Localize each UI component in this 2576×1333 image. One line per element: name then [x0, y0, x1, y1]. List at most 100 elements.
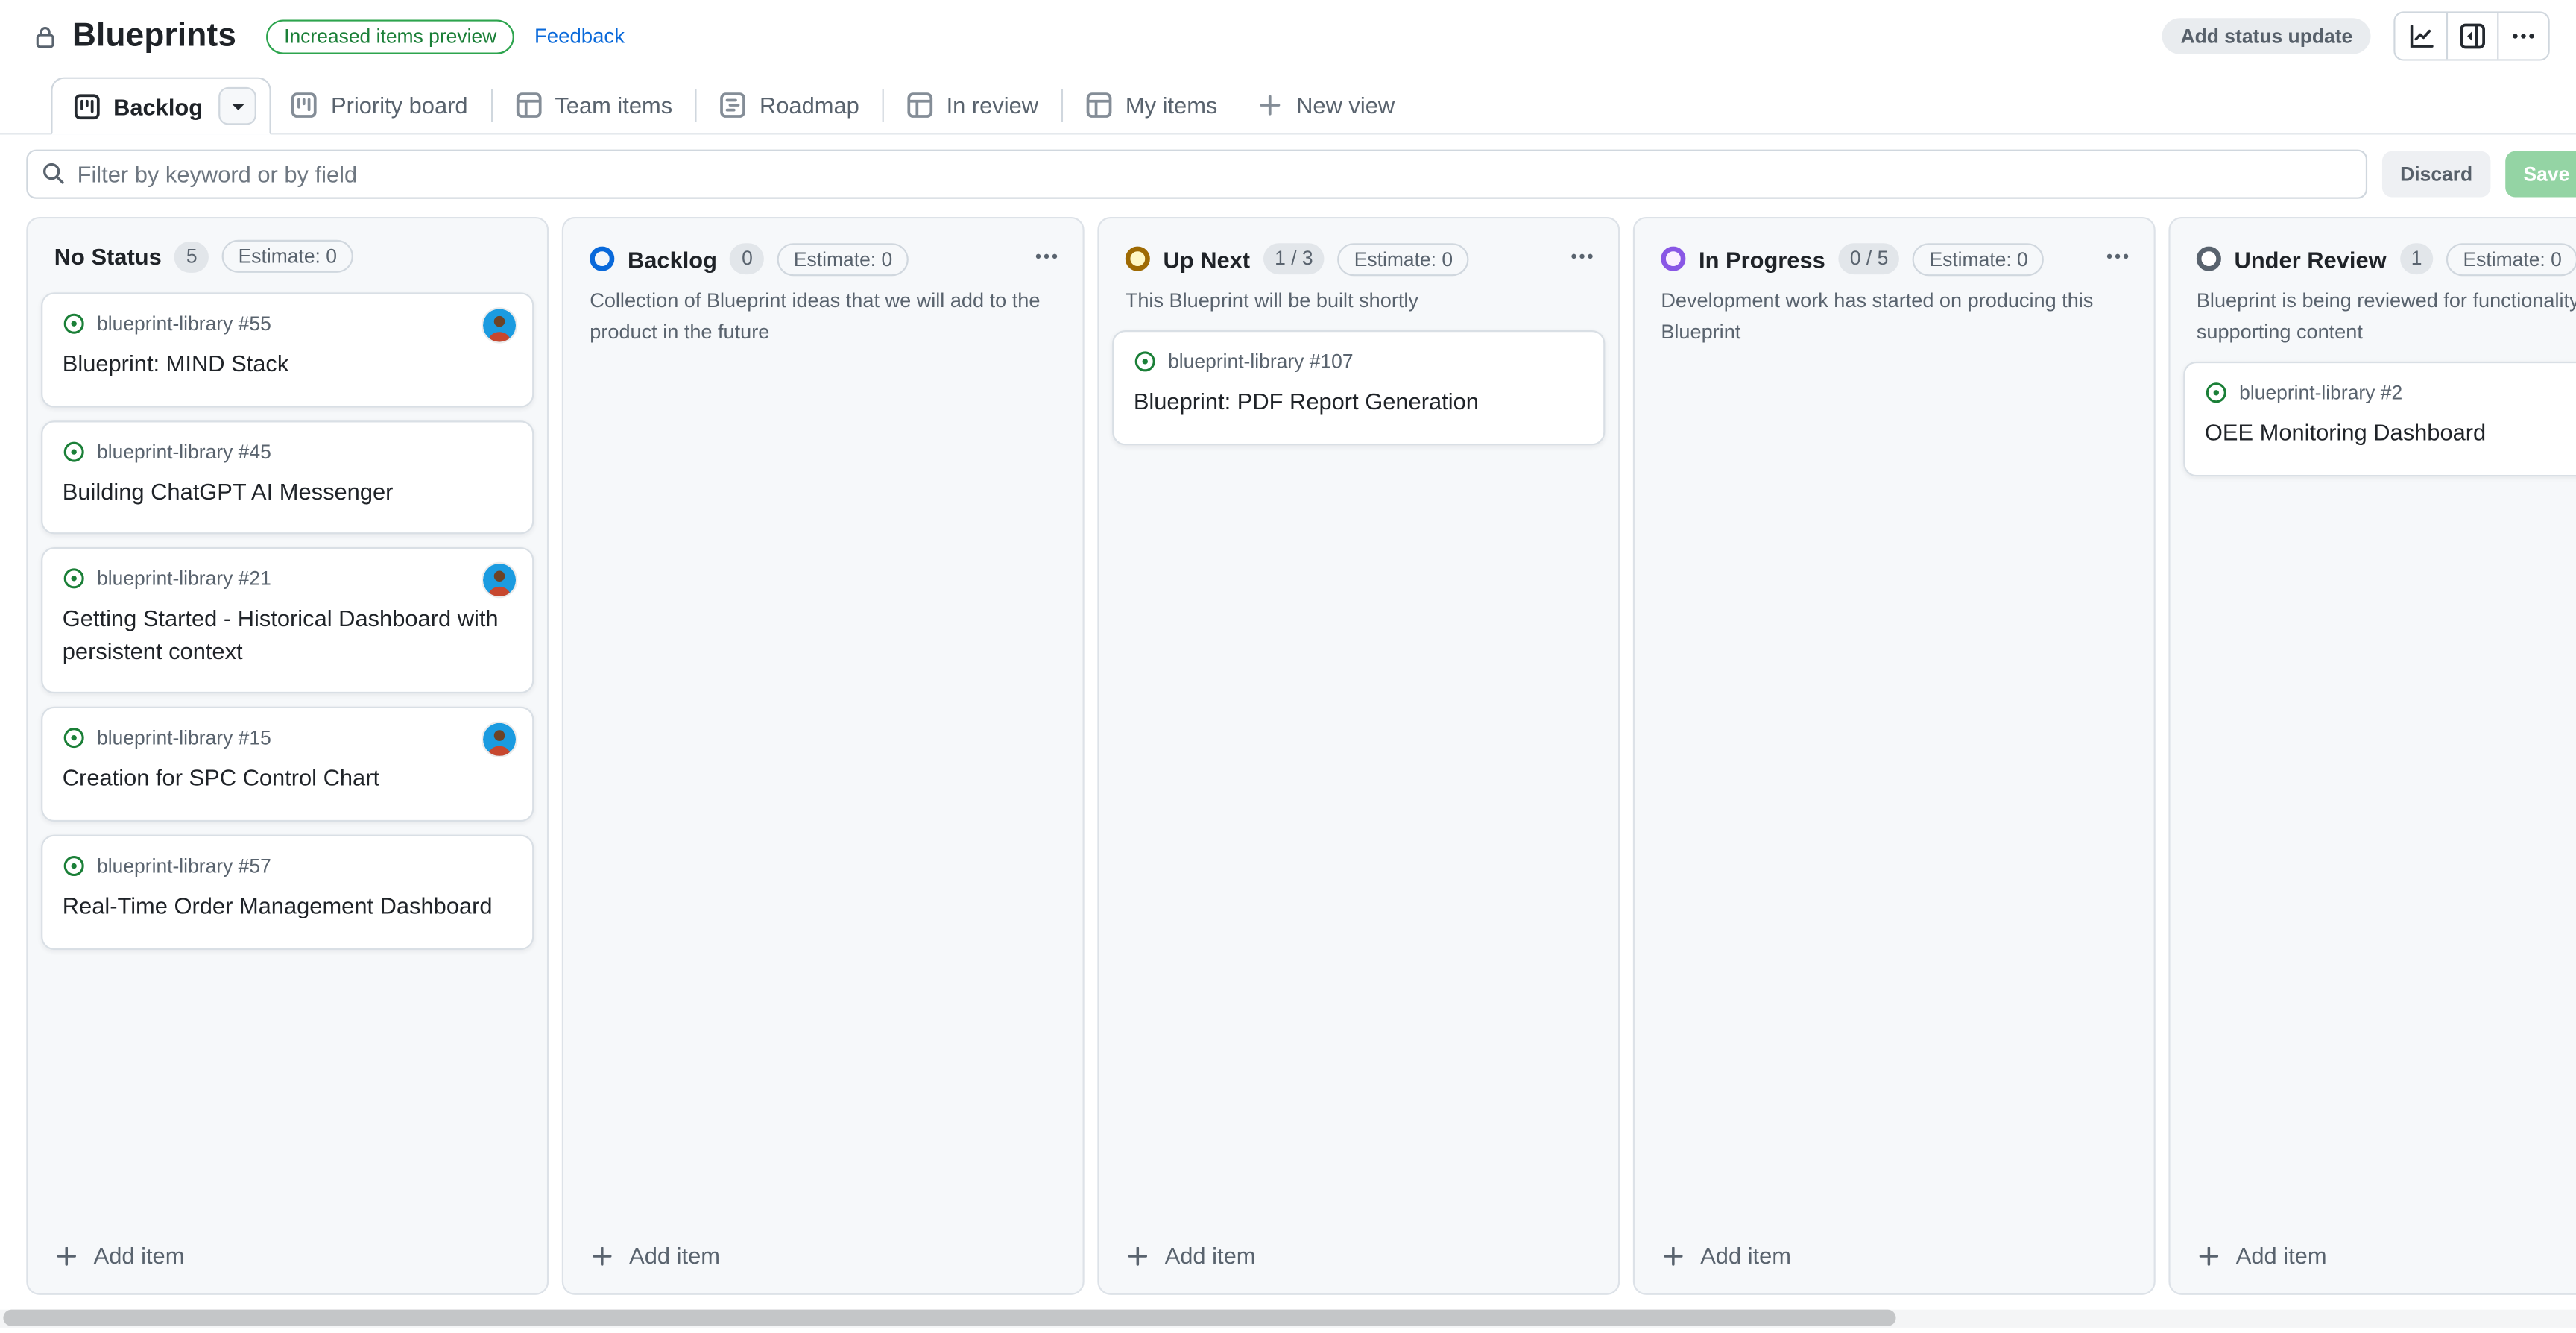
tab-my-items[interactable]: My items: [1067, 75, 1237, 133]
plus-icon: [1257, 91, 1283, 117]
column-header: Backlog 0 Estimate: 0: [564, 218, 1082, 284]
issue-card[interactable]: blueprint-library #55 Blueprint: MIND St…: [41, 292, 534, 406]
card-meta-row: blueprint-library #21: [63, 567, 513, 590]
kebab-icon: [1033, 243, 1059, 269]
project-icon: [74, 93, 100, 119]
kebab-icon: [2104, 243, 2130, 269]
column-in-progress: In Progress 0 / 5 Estimate: 0 Developmen…: [1633, 217, 2156, 1295]
tab-priority-board[interactable]: Priority board: [272, 75, 487, 133]
column-estimate-badge: Estimate: 0: [1913, 242, 2044, 275]
card-title[interactable]: OEE Monitoring Dashboard: [2205, 417, 2576, 450]
card-meta-row: blueprint-library #45: [63, 440, 513, 463]
add-item-button[interactable]: Add item: [28, 1226, 546, 1293]
column-title: No Status: [54, 243, 162, 269]
assignee-avatar[interactable]: [483, 724, 516, 757]
page-title: Blueprints: [72, 17, 236, 55]
table-icon: [515, 91, 541, 117]
card-title[interactable]: Building ChatGPT AI Messenger: [63, 476, 513, 508]
card-repo-number: blueprint-library #15: [97, 727, 271, 750]
tab-label: Priority board: [331, 91, 468, 117]
horizontal-scrollbar: [0, 1310, 2576, 1328]
table-icon: [1086, 91, 1112, 117]
card-repo-number: blueprint-library #2: [2239, 382, 2402, 405]
assignee-avatar[interactable]: [483, 564, 516, 596]
tab-backlog[interactable]: Backlog: [51, 78, 271, 135]
card-meta-row: blueprint-library #57: [63, 854, 513, 877]
card-meta-row: blueprint-library #2: [2205, 382, 2576, 405]
tab-label: Team items: [555, 91, 672, 117]
status-ring-icon: [1126, 247, 1150, 271]
card-meta-row: blueprint-library #15: [63, 727, 513, 750]
column-up-next: Up Next 1 / 3 Estimate: 0 This Blueprint…: [1097, 217, 1620, 1295]
add-item-label: Add item: [629, 1242, 720, 1268]
caret-down-icon: [225, 93, 251, 119]
column-menu-button[interactable]: [1565, 240, 1598, 278]
tab-label: Backlog: [113, 93, 203, 119]
issue-card[interactable]: blueprint-library #57 Real-Time Order Ma…: [41, 835, 534, 949]
feedback-link[interactable]: Feedback: [534, 25, 625, 48]
tab-options-caret-button[interactable]: [219, 87, 257, 125]
lock-icon: [33, 24, 57, 48]
filter-bar: Discard Save: [0, 135, 2576, 214]
horizontal-scrollbar-thumb[interactable]: [3, 1310, 1895, 1326]
plus-icon: [2197, 1243, 2221, 1267]
card-title[interactable]: Creation for SPC Control Chart: [63, 763, 513, 795]
column-estimate-badge: Estimate: 0: [222, 240, 353, 273]
column-cards: blueprint-library #55 Blueprint: MIND St…: [28, 280, 546, 1226]
add-item-button[interactable]: Add item: [564, 1226, 1082, 1293]
plus-icon: [54, 1243, 79, 1267]
discard-button[interactable]: Discard: [2382, 151, 2491, 198]
assignee-avatar[interactable]: [483, 309, 516, 341]
line-chart-icon: [2408, 23, 2434, 49]
status-ring-icon: [2197, 247, 2221, 271]
add-status-update-button[interactable]: Add status update: [2162, 18, 2370, 54]
column-menu-button[interactable]: [1030, 240, 1063, 278]
column-cards: [564, 348, 1082, 1226]
issue-card[interactable]: blueprint-library #2 OEE Monitoring Dash…: [2183, 362, 2576, 476]
plus-icon: [1126, 1243, 1150, 1267]
column-title: Up Next: [1163, 246, 1250, 272]
insights-chart-button[interactable]: [2396, 13, 2446, 60]
tab-separator: [1061, 89, 1063, 122]
add-item-button[interactable]: Add item: [1635, 1226, 2153, 1293]
tab-team-items[interactable]: Team items: [496, 75, 692, 133]
add-item-button[interactable]: Add item: [1099, 1226, 1618, 1293]
tab-label: In review: [947, 91, 1038, 117]
card-title[interactable]: Getting Started - Historical Dashboard w…: [63, 603, 513, 667]
column-count-badge: 0: [730, 243, 765, 274]
filter-field-wrap: [26, 150, 2367, 199]
card-repo-number: blueprint-library #21: [97, 567, 271, 590]
column-menu-button[interactable]: [2101, 240, 2134, 278]
issue-open-icon: [63, 440, 86, 463]
card-repo-number: blueprint-library #57: [97, 854, 271, 877]
table-icon: [907, 91, 933, 117]
side-panel-toggle-button[interactable]: [2446, 13, 2497, 60]
card-title[interactable]: Blueprint: MIND Stack: [63, 348, 513, 380]
card-title[interactable]: Real-Time Order Management Dashboard: [63, 891, 513, 923]
issue-open-icon: [63, 854, 86, 877]
add-item-label: Add item: [2236, 1242, 2327, 1268]
issue-card[interactable]: blueprint-library #21 Getting Started - …: [41, 547, 534, 694]
column-title: Backlog: [628, 246, 717, 272]
kebab-icon: [2510, 23, 2536, 49]
tab-roadmap[interactable]: Roadmap: [701, 75, 880, 133]
filter-input[interactable]: [26, 150, 2367, 199]
add-item-button[interactable]: Add item: [2171, 1226, 2576, 1293]
project-header: Blueprints Increased items preview Feedb…: [0, 0, 2576, 72]
column-header: No Status 5 Estimate: 0: [28, 218, 546, 280]
column-header: Up Next 1 / 3 Estimate: 0: [1099, 218, 1618, 284]
column-title: In Progress: [1699, 246, 1825, 272]
tab-new-view[interactable]: New view: [1237, 75, 1415, 133]
card-title[interactable]: Blueprint: PDF Report Generation: [1134, 386, 1584, 418]
issue-open-icon: [1134, 350, 1157, 374]
issue-card[interactable]: blueprint-library #45 Building ChatGPT A…: [41, 420, 534, 534]
column-estimate-badge: Estimate: 0: [1338, 242, 1469, 275]
issue-open-icon: [63, 727, 86, 750]
issue-card[interactable]: blueprint-library #15 Creation for SPC C…: [41, 708, 534, 822]
tab-in-review[interactable]: In review: [887, 75, 1058, 133]
column-count-badge: 1: [2399, 243, 2434, 274]
card-repo-number: blueprint-library #55: [97, 312, 271, 335]
project-menu-button[interactable]: [2497, 13, 2548, 60]
save-button[interactable]: Save: [2505, 151, 2576, 198]
issue-card[interactable]: blueprint-library #107 Blueprint: PDF Re…: [1112, 330, 1605, 444]
